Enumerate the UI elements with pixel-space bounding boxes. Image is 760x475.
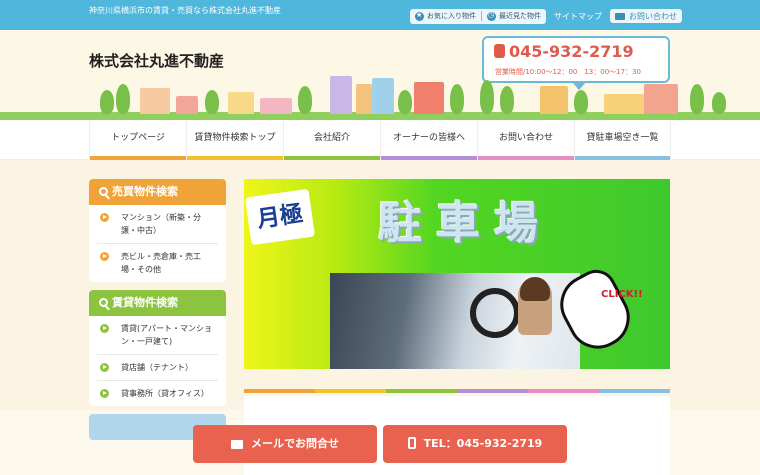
cta-overlay <box>0 410 760 475</box>
sidebar-item-office[interactable]: 貸事務所（貸オフィス） <box>97 381 218 406</box>
mobile-phone-icon <box>407 437 416 449</box>
search-icon <box>99 187 108 196</box>
click-label: CLICK!! <box>601 289 643 300</box>
sale-search-box: 売買物件検索 マンション（新築・分譲・中古） 売ビル・売倉庫・売工場・その他 <box>89 179 226 282</box>
arrow-icon <box>100 213 109 222</box>
divider <box>481 11 482 21</box>
favorites-link[interactable]: お気に入り物件 <box>427 11 476 21</box>
parking-banner[interactable]: 月極 駐車場 CLICK!! <box>244 179 670 369</box>
arrow-icon <box>100 324 109 333</box>
rent-search-box: 賃貸物件検索 賃貸(アパート・マンション・一戸建て) 貸店舗（テナント） 貸事務… <box>89 290 226 406</box>
tel-contact-button[interactable]: TEL：045-932-2719 <box>383 425 567 463</box>
contact-link[interactable]: お問い合わせ <box>610 9 682 23</box>
nav-parking[interactable]: 貸駐車場空き一覧 <box>574 120 671 160</box>
sidebar: 売買物件検索 マンション（新築・分譲・中古） 売ビル・売倉庫・売工場・その他 賃… <box>89 179 226 448</box>
nav-rental-search[interactable]: 賃貸物件検索トップ <box>186 120 283 160</box>
top-bar: 神奈川県横浜市の賃貸・売買なら株式会社丸進不動産 お気に入り物件 最近見た物件 … <box>0 0 760 30</box>
arrow-icon <box>100 252 109 261</box>
driver-photo <box>330 273 580 369</box>
town-illustration <box>0 75 760 120</box>
nav-top[interactable]: トップページ <box>89 120 186 160</box>
sidebar-item-rental-home[interactable]: 賃貸(アパート・マンション・一戸建て) <box>97 316 218 355</box>
recent-link[interactable]: 最近見た物件 <box>499 11 541 21</box>
sidebar-item-mansion[interactable]: マンション（新築・分譲・中古） <box>97 205 218 244</box>
mail-icon <box>231 440 243 449</box>
rent-search-title: 賃貸物件検索 <box>89 290 226 316</box>
sidebar-item-store[interactable]: 貸店舗（テナント） <box>97 355 218 381</box>
color-divider <box>244 389 670 393</box>
search-icon <box>99 298 108 307</box>
history-links: お気に入り物件 最近見た物件 <box>410 8 546 24</box>
steering-wheel <box>470 288 520 338</box>
monthly-label: 月極 <box>244 188 316 246</box>
sitemap-link[interactable]: サイトマップ <box>554 11 602 22</box>
nav-company[interactable]: 会社紹介 <box>283 120 380 160</box>
mail-contact-button[interactable]: メールでお問合せ <box>193 425 377 463</box>
sale-search-title: 売買物件検索 <box>89 179 226 205</box>
sidebar-item-building[interactable]: 売ビル・売倉庫・売工場・その他 <box>97 244 218 282</box>
global-nav: トップページ 賃貸物件検索トップ 会社紹介 オーナーの皆様へ お問い合わせ 貸駐… <box>0 120 760 160</box>
driver-figure <box>518 277 552 335</box>
star-icon <box>415 11 424 21</box>
nav-contact[interactable]: お問い合わせ <box>477 120 574 160</box>
phone-number: 045-932-2719 <box>494 42 634 61</box>
mail-icon <box>615 12 625 20</box>
phone-icon <box>494 44 505 58</box>
company-logo[interactable]: 株式会社丸進不動産 <box>89 50 224 71</box>
clock-icon <box>487 11 496 21</box>
arrow-icon <box>100 389 109 398</box>
contact-label: お問い合わせ <box>629 11 677 21</box>
nav-owners[interactable]: オーナーの皆様へ <box>380 120 477 160</box>
site-tagline: 神奈川県横浜市の賃貸・売買なら株式会社丸進不動産 <box>89 6 281 15</box>
site-header: 株式会社丸進不動産 045-932-2719 営業時間/10:00～12：00 … <box>0 30 760 120</box>
arrow-icon <box>100 363 109 372</box>
top-nav: お気に入り物件 最近見た物件 サイトマップ お問い合わせ <box>410 8 682 24</box>
parking-label: 駐車場 <box>378 198 552 249</box>
